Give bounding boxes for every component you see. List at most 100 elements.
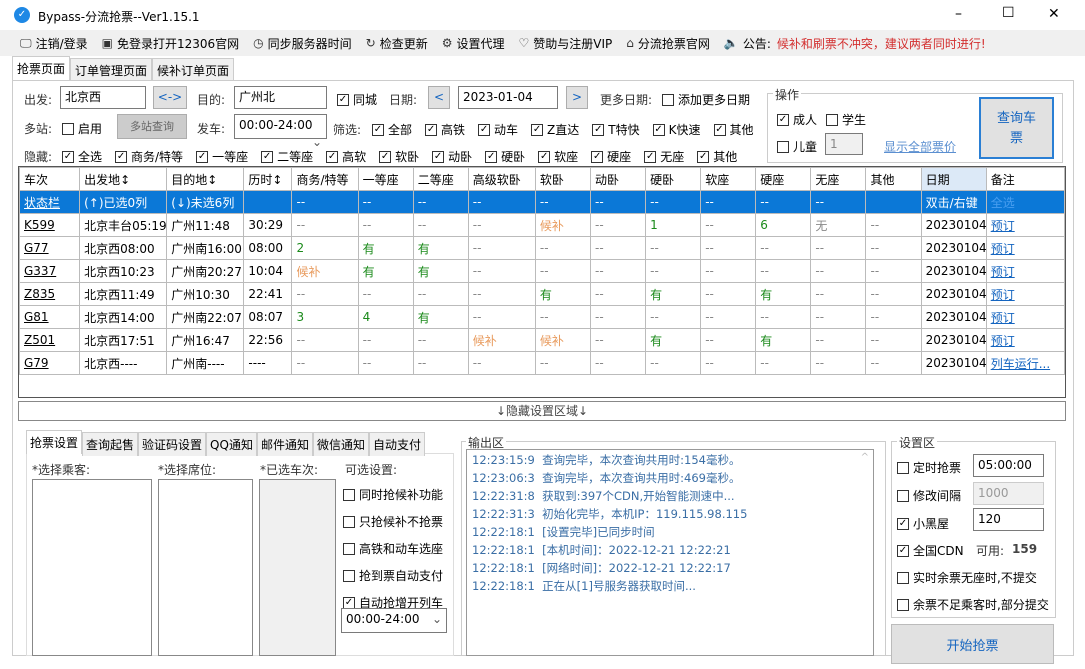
menu-item-2[interactable]: ◷ 同步服务器时间 bbox=[253, 35, 352, 52]
hide-column-checkbox-4[interactable]: ✓ 高软 bbox=[326, 148, 366, 165]
national-cdn-checkbox[interactable]: ✓ 全国CDN bbox=[897, 542, 964, 559]
filter-checkbox-4[interactable]: ✓ T特快 bbox=[592, 121, 640, 138]
hide-column-checkbox-8[interactable]: ✓ 软座 bbox=[538, 148, 578, 165]
date-input[interactable]: 2023-01-04 bbox=[458, 86, 558, 109]
settings-tab-4[interactable]: 邮件通知 bbox=[256, 432, 313, 456]
filter-checkbox-1[interactable]: ✓ 高铁 bbox=[425, 121, 465, 138]
depart-time-select[interactable]: 00:00-24:00 ⌄ bbox=[234, 114, 327, 149]
column-header[interactable]: 软卧 bbox=[534, 167, 592, 191]
column-header[interactable]: 目的地↕ bbox=[166, 167, 245, 191]
column-header[interactable]: 历时↕ bbox=[243, 167, 293, 191]
hide-column-checkbox-7[interactable]: ✓ 硬卧 bbox=[485, 148, 525, 165]
menu-item-6[interactable]: ⌂ 分流抢票官网 bbox=[626, 35, 710, 52]
hide-column-checkbox-5[interactable]: ✓ 软卧 bbox=[379, 148, 419, 165]
column-header[interactable]: 软座 bbox=[700, 167, 757, 191]
child-checkbox[interactable]: 儿童 bbox=[777, 138, 817, 155]
column-header[interactable]: 日期 bbox=[920, 167, 987, 191]
no-seat-no-submit-checkbox[interactable]: 实时余票无座时,不提交 bbox=[897, 569, 1037, 586]
swap-stations-button[interactable]: <-> bbox=[153, 86, 187, 109]
hide-column-checkbox-10[interactable]: ✓ 无座 bbox=[644, 148, 684, 165]
book-link[interactable]: 预订 bbox=[991, 242, 1015, 256]
column-header[interactable]: 无座 bbox=[810, 167, 867, 191]
column-header[interactable]: 高级软卧 bbox=[467, 167, 536, 191]
menu-item-3[interactable]: ↻ 检查更新 bbox=[366, 35, 428, 52]
hide-column-checkbox-1[interactable]: ✓ 商务/特等 bbox=[115, 148, 183, 165]
settings-tab-6[interactable]: 自动支付 bbox=[368, 432, 425, 456]
start-grab-button[interactable]: 开始抢票 bbox=[891, 624, 1054, 664]
output-log[interactable]: 12:23:15:9 查询完毕，本次查询共用时:154毫秒。 12:23:06:3… bbox=[466, 449, 874, 656]
hide-column-checkbox-3[interactable]: ✓ 二等座 bbox=[261, 148, 313, 165]
train-number-link[interactable]: K599 bbox=[24, 218, 55, 232]
table-row[interactable]: Z835 北京西11:49 广州10:30 22:41 -- -- -- -- 有 -- 有 -- 有 -… bbox=[18, 282, 1066, 306]
seat-list[interactable] bbox=[158, 479, 253, 656]
column-header[interactable]: 其他 bbox=[865, 167, 922, 191]
book-link[interactable]: 列车运行... bbox=[991, 357, 1050, 371]
table-row[interactable]: G81 北京西14:00 广州南22:07 08:07 3 4 有 -- -- -- -- -- -- -… bbox=[18, 305, 1066, 329]
status-row[interactable]: 状态栏 (↑)已选0列 (↓)未选6列 -- -- -- -- -- -- -- -- -- -- 双击/… bbox=[18, 190, 1066, 214]
column-header[interactable]: 硬座 bbox=[755, 167, 812, 191]
book-link[interactable]: 预订 bbox=[991, 311, 1015, 325]
filter-checkbox-3[interactable]: ✓ Z直达 bbox=[531, 121, 579, 138]
table-row[interactable]: G77 北京西08:00 广州南16:00 08:00 2 有有 -- -- -- -- -- -- -… bbox=[18, 236, 1066, 260]
column-header[interactable]: 一等座 bbox=[357, 167, 414, 191]
filter-checkbox-0[interactable]: ✓ 全部 bbox=[372, 121, 412, 138]
menu-item-7[interactable]: 🔈 公告: bbox=[724, 35, 771, 52]
column-header[interactable]: 硬卧 bbox=[645, 167, 702, 191]
menu-item-5[interactable]: ♡ 赞助与注册VIP bbox=[519, 35, 613, 52]
menu-item-1[interactable]: ▣ 免登录打开12306官网 bbox=[102, 35, 240, 52]
tab-grab-tickets[interactable]: 抢票页面 bbox=[12, 56, 71, 83]
settings-tab-3[interactable]: QQ通知 bbox=[206, 432, 257, 456]
blackroom-input[interactable]: 120 bbox=[973, 508, 1044, 531]
toggle-settings-area-button[interactable]: ↓隐藏设置区域↓ bbox=[18, 401, 1066, 421]
close-button[interactable]: ✕ bbox=[1048, 6, 1060, 22]
menu-item-0[interactable]: 🖵 注销/登录 bbox=[20, 35, 88, 52]
timed-grab-checkbox[interactable]: 定时抢票 bbox=[897, 459, 961, 476]
hide-column-checkbox-9[interactable]: ✓ 硬座 bbox=[591, 148, 631, 165]
add-more-dates-checkbox[interactable]: 添加更多日期 bbox=[662, 91, 750, 108]
hide-column-checkbox-6[interactable]: ✓ 动卧 bbox=[432, 148, 472, 165]
book-link[interactable]: 预订 bbox=[991, 219, 1015, 233]
column-header[interactable]: 车次 bbox=[18, 167, 81, 191]
selected-train-list[interactable] bbox=[259, 479, 336, 656]
settings-tab-5[interactable]: 微信通知 bbox=[312, 432, 369, 456]
from-station-input[interactable]: 北京西 bbox=[60, 86, 146, 109]
to-station-input[interactable]: 广州北 bbox=[234, 86, 327, 109]
hide-column-checkbox-0[interactable]: ✓ 全选 bbox=[62, 148, 102, 165]
column-header[interactable]: 备注 bbox=[985, 167, 1066, 191]
menu-item-4[interactable]: ⚙ 设置代理 bbox=[442, 35, 505, 52]
train-number-link[interactable]: Z835 bbox=[24, 287, 55, 301]
table-row[interactable]: Z501 北京西17:51 广州16:47 22:56 -- -- -- 候补 候补 -- 有 -- 有… bbox=[18, 328, 1066, 352]
minimize-button[interactable]: – bbox=[955, 6, 962, 22]
hide-column-checkbox-11[interactable]: ✓ 其他 bbox=[697, 148, 737, 165]
column-header[interactable]: 动卧 bbox=[590, 167, 647, 191]
extra-train-time-select[interactable]: 00:00-24:00 ⌄ bbox=[341, 608, 447, 633]
student-checkbox[interactable]: 学生 bbox=[826, 111, 866, 128]
option-checkbox-1[interactable]: 只抢候补不抢票 bbox=[343, 508, 443, 535]
option-checkbox-3[interactable]: 抢到票自动支付 bbox=[343, 562, 443, 589]
train-number-link[interactable]: G79 bbox=[24, 356, 49, 370]
filter-checkbox-6[interactable]: ✓ 其他 bbox=[713, 121, 754, 138]
show-all-prices-link[interactable]: 显示全部票价 bbox=[884, 138, 956, 155]
column-header[interactable]: 商务/特等 bbox=[291, 167, 359, 191]
table-row[interactable]: G79 北京西---- 广州南---- ---- -- -- -- -- -- -- -- -- -- -… bbox=[18, 351, 1066, 375]
table-row[interactable]: K599 北京丰台05:19 广州11:48 30:29 -- -- -- -- 候补 -- 1 --… bbox=[18, 213, 1066, 237]
maximize-button[interactable]: ☐ bbox=[1002, 5, 1015, 21]
multi-station-query-button[interactable]: 多站查询 bbox=[117, 114, 187, 139]
passenger-list[interactable] bbox=[32, 479, 152, 656]
prev-date-button[interactable]: < bbox=[428, 86, 450, 109]
blackroom-checkbox[interactable]: ✓ 小黑屋 bbox=[897, 515, 949, 532]
train-number-link[interactable]: G337 bbox=[24, 264, 56, 278]
next-date-button[interactable]: > bbox=[566, 86, 588, 109]
same-city-checkbox[interactable]: ✓ 同城 bbox=[337, 91, 377, 108]
adult-checkbox[interactable]: ✓ 成人 bbox=[777, 111, 817, 128]
table-row[interactable]: G337 北京西10:23 广州南20:27 10:04 候补有有 -- -- -- -- -- -… bbox=[18, 259, 1066, 283]
hide-column-checkbox-2[interactable]: ✓ 一等座 bbox=[196, 148, 248, 165]
train-number-link[interactable]: G77 bbox=[24, 241, 49, 255]
column-header[interactable]: 二等座 bbox=[412, 167, 469, 191]
settings-tab-2[interactable]: 验证码设置 bbox=[138, 432, 207, 456]
column-header[interactable]: 出发地↕ bbox=[79, 167, 168, 191]
option-checkbox-2[interactable]: 高铁和动车选座 bbox=[343, 535, 443, 562]
option-checkbox-0[interactable]: 同时抢候补功能 bbox=[343, 481, 443, 508]
filter-checkbox-2[interactable]: ✓ 动车 bbox=[478, 121, 518, 138]
partial-submit-checkbox[interactable]: 余票不足乘客时,部分提交 bbox=[897, 596, 1049, 613]
